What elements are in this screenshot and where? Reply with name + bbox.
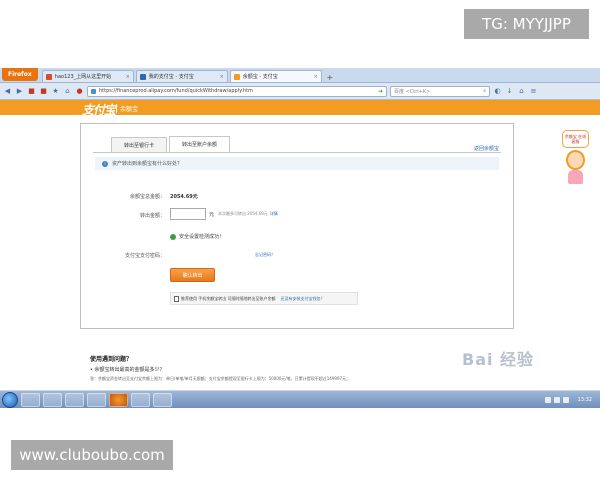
notice-text[interactable]: 资产转出到余额宝有什么好处？: [112, 160, 182, 167]
check-icon: [170, 233, 176, 240]
firefox-menu-button[interactable]: Firefox: [2, 68, 38, 81]
customer-service-widget[interactable]: 余额宝 在线客服: [560, 130, 590, 188]
site-header: 支付宝 余额宝: [0, 100, 600, 118]
addon-icon[interactable]: ■: [39, 87, 48, 96]
url-bar[interactable]: https://financeprod.alipay.com/fund/quic…: [87, 85, 387, 97]
download-icon[interactable]: ↓: [505, 87, 514, 96]
faq-title: 使用遇到问题？: [90, 356, 133, 363]
alipay-favicon-icon: [139, 73, 146, 80]
browser-nav-bar: ◀ ▶ ■ ■ ★ ⌂ ● https://financeprod.alipay…: [0, 83, 600, 100]
taskbar-app-icon[interactable]: [153, 392, 172, 407]
tab-label: hao123_上网从这里开始: [54, 74, 112, 80]
system-tray: 13:32: [544, 396, 600, 403]
windows-taskbar: 13:32: [0, 390, 600, 408]
back-arrow-icon[interactable]: ◀: [3, 87, 12, 96]
forgot-password-link[interactable]: 忘记密码？: [255, 252, 275, 258]
hao123-favicon-icon: [45, 73, 52, 80]
withdraw-panel: 转出至银行卡 转出至账户余额 返回余额宝 i 资产转出到余额宝有什么好处？ 余额…: [80, 123, 514, 329]
home-icon[interactable]: ⌂: [517, 87, 526, 96]
watermark-top: TG: MYYJJPP: [464, 9, 589, 39]
panel-tabs: 转出至银行卡 转出至账户余额: [111, 136, 231, 152]
security-check-text: 安全设置检测成功！: [179, 234, 225, 240]
info-icon: i: [102, 160, 108, 167]
balance-label: 余额宝总金额：: [129, 194, 165, 200]
search-bar[interactable]: 百度 <Ctrl+K> ⌕: [390, 85, 490, 97]
baidu-watermark: Bai 经验: [462, 346, 534, 370]
amount-label: 转出金额：: [139, 213, 165, 219]
browser-tab[interactable]: 我的支付宝 - 支付宝 ×: [135, 70, 228, 82]
tab-withdraw-to-bank[interactable]: 转出至银行卡: [111, 137, 168, 152]
watermark-bottom: www.cluboubo.com: [11, 440, 173, 470]
taskbar-app-icon[interactable]: [131, 392, 150, 407]
alipay-favicon-icon: [233, 73, 240, 80]
home-icon[interactable]: ⌂: [63, 87, 72, 96]
promo-bar: 推荐使用 手机余额宝转出 可随时随地转出至账户余额 还没有安装支付宝钱包？: [170, 292, 358, 305]
close-icon[interactable]: ×: [314, 74, 318, 80]
toolbar-icon[interactable]: ◐: [493, 87, 502, 96]
section-title: 余额宝: [116, 104, 138, 113]
amount-input[interactable]: [170, 208, 206, 220]
close-icon[interactable]: ×: [126, 74, 130, 80]
go-icon[interactable]: ➜: [378, 88, 383, 95]
bookmark-icon[interactable]: ★: [51, 87, 60, 96]
flag-icon[interactable]: [562, 396, 569, 403]
search-placeholder: 百度 <Ctrl+K>: [394, 88, 431, 95]
pay-password-field[interactable]: [170, 248, 240, 260]
taskbar-app-icon[interactable]: [43, 392, 62, 407]
faq-question: • 余额宝转出最高的金额是多少？: [90, 367, 165, 373]
balance-value: 2054.69元: [170, 194, 198, 200]
forward-arrow-icon[interactable]: ▶: [15, 87, 24, 96]
page: TG: MYYJJPP Firefox hao123_上网从这里开始 × 我的支…: [0, 0, 600, 480]
faq-answer: 答：余额宝资金转出至支付宝余额上限为：单日/单笔/单月无限额；支付宝余额提现至银…: [90, 376, 351, 381]
volume-icon[interactable]: [553, 396, 560, 403]
taskbar-firefox-icon[interactable]: [109, 392, 128, 407]
browser-tab[interactable]: hao123_上网从这里开始 ×: [41, 70, 134, 82]
divider: [93, 152, 501, 153]
amount-unit: 元: [209, 212, 215, 218]
baidu-watermark-text: Bai 经验: [462, 350, 535, 369]
addon-icon[interactable]: ■: [27, 87, 36, 96]
close-icon[interactable]: ×: [220, 74, 224, 80]
amount-limit-text: 本次最多可转出 2054.69元: [218, 211, 268, 216]
mascot-body: [568, 170, 583, 184]
pay-password-label: 支付宝支付密码：: [124, 253, 165, 259]
screenshot: Firefox hao123_上网从这里开始 × 我的支付宝 - 支付宝 × 余…: [0, 68, 600, 408]
clock[interactable]: 13:32: [578, 397, 592, 403]
url-text: https://financeprod.alipay.com/fund/quic…: [99, 88, 253, 94]
mascot-head: [566, 150, 585, 170]
addon-icon[interactable]: ●: [75, 87, 84, 96]
amount-limit: 本次最多可转出 2054.69元 详情: [218, 211, 278, 217]
taskbar-app-icon[interactable]: [87, 392, 106, 407]
tab-label: 余额宝 - 支付宝: [242, 74, 278, 80]
menu-icon[interactable]: ≡: [529, 87, 538, 96]
promo-text: 推荐使用 手机余额宝转出 可随时随地转出至账户余额: [181, 295, 276, 301]
browser-tab-bar: Firefox hao123_上网从这里开始 × 我的支付宝 - 支付宝 × 余…: [0, 68, 600, 83]
search-icon[interactable]: ⌕: [483, 88, 486, 94]
alipay-logo[interactable]: 支付宝: [82, 101, 116, 118]
browser-tab-active[interactable]: 余额宝 - 支付宝 ×: [229, 70, 322, 82]
tab-label: 我的支付宝 - 支付宝: [148, 74, 194, 80]
taskbar-app-icon[interactable]: [65, 392, 84, 407]
lock-icon: [91, 88, 96, 94]
new-tab-button[interactable]: +: [324, 72, 336, 82]
service-bubble: 余额宝 在线客服: [562, 130, 589, 148]
taskbar-explorer-icon[interactable]: [21, 392, 40, 407]
back-link[interactable]: 返回余额宝: [474, 145, 499, 152]
confirm-withdraw-button[interactable]: 确认转出: [170, 268, 215, 282]
notice-bar: i 资产转出到余额宝有什么好处？: [95, 157, 499, 170]
network-icon[interactable]: [544, 396, 551, 403]
tab-withdraw-to-balance[interactable]: 转出至账户余额: [169, 136, 231, 152]
phone-icon: [174, 295, 179, 302]
install-wallet-link[interactable]: 还没有安装支付宝钱包？: [281, 296, 325, 302]
security-check: 安全设置检测成功！: [170, 233, 224, 240]
details-link[interactable]: 详情: [270, 211, 278, 216]
start-button[interactable]: [2, 391, 18, 408]
